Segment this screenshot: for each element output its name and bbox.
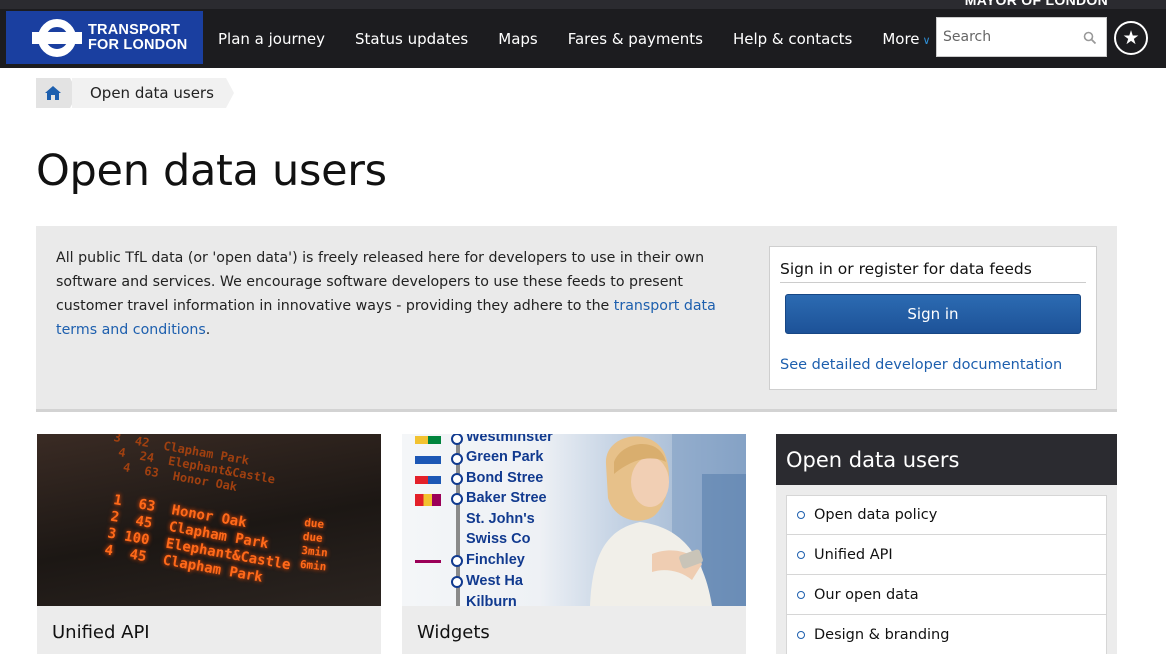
intro-text: All public TfL data (or 'open data') is … bbox=[56, 246, 746, 342]
station-dot bbox=[451, 493, 463, 505]
tube-map-photo: Westminster Green Park Bond Stree Baker … bbox=[402, 434, 746, 606]
chevron-down-icon: ∨ bbox=[922, 33, 931, 47]
line-badge bbox=[415, 476, 441, 484]
breadcrumb: Open data users bbox=[36, 78, 234, 108]
intro-panel: All public TfL data (or 'open data') is … bbox=[36, 226, 1117, 412]
search-icon[interactable] bbox=[1083, 31, 1097, 45]
home-icon bbox=[45, 86, 61, 100]
intro-text-body: All public TfL data (or 'open data') is … bbox=[56, 250, 705, 314]
page-title: Open data users bbox=[36, 146, 387, 196]
logo-line-1: TRANSPORT bbox=[88, 21, 181, 38]
woman-with-phone-photo bbox=[590, 434, 746, 606]
nav-more[interactable]: More ∨ bbox=[867, 30, 945, 48]
signin-heading: Sign in or register for data feeds bbox=[780, 260, 1086, 283]
intro-text-end: . bbox=[205, 322, 211, 338]
breadcrumb-current: Open data users bbox=[72, 78, 234, 108]
line-badge bbox=[415, 436, 441, 444]
board-row-1-num: 1 bbox=[112, 492, 124, 510]
station-label: St. John's bbox=[466, 511, 535, 527]
developer-documentation-link[interactable]: See detailed developer documentation bbox=[780, 357, 1062, 373]
unified-api-card[interactable]: 3 42 Clapham Park 4 24 Elephant&Castle 4… bbox=[37, 434, 381, 654]
logo-text: TRANSPORT FOR LONDON bbox=[88, 21, 188, 53]
board-row-2-status: due bbox=[302, 529, 324, 545]
favourites-star-icon[interactable]: ★ bbox=[1114, 21, 1148, 55]
station-dot bbox=[451, 473, 463, 485]
board-row-4-num: 4 bbox=[103, 542, 115, 560]
board-row-1-mins: 63 bbox=[137, 496, 157, 516]
search-input[interactable] bbox=[937, 18, 1077, 56]
station-label: Bond Stree bbox=[466, 470, 544, 486]
roundel-icon bbox=[32, 17, 82, 59]
station-label: Finchley bbox=[466, 552, 525, 568]
bullet-icon bbox=[797, 550, 805, 559]
station-dot bbox=[451, 434, 463, 445]
sidebar-item-unified-api[interactable]: Unified API bbox=[786, 535, 1107, 575]
sidebar-item-label: Open data policy bbox=[814, 507, 938, 523]
breadcrumb-home[interactable] bbox=[36, 78, 78, 108]
station-label: West Ha bbox=[466, 573, 523, 589]
station-dot bbox=[451, 576, 463, 588]
nav-fares-payments[interactable]: Fares & payments bbox=[553, 30, 718, 48]
station-label: Green Park bbox=[466, 449, 544, 465]
station-label: Westminster bbox=[466, 434, 553, 445]
nav-help-contacts[interactable]: Help & contacts bbox=[718, 30, 867, 48]
nav-status-updates[interactable]: Status updates bbox=[340, 30, 483, 48]
signin-box: Sign in or register for data feeds Sign … bbox=[769, 246, 1097, 390]
sign-in-button[interactable]: Sign in bbox=[785, 294, 1081, 334]
board-status-column: due due 3min 6min bbox=[299, 516, 331, 574]
unified-api-card-title[interactable]: Unified API bbox=[52, 622, 150, 643]
sidebar-item-design-branding[interactable]: Design & branding bbox=[786, 615, 1107, 654]
line-badge bbox=[415, 494, 441, 506]
search-box bbox=[936, 17, 1107, 57]
board-faded-rows: 3 42 Clapham Park 4 24 Elephant&Castle 4… bbox=[107, 434, 277, 494]
station-dot bbox=[451, 453, 463, 465]
board-row-3-num: 3 bbox=[106, 525, 118, 543]
line-badge bbox=[415, 560, 441, 563]
nav-maps[interactable]: Maps bbox=[483, 30, 552, 48]
main-nav: Plan a journey Status updates Maps Fares… bbox=[203, 11, 946, 66]
sidebar-item-label: Our open data bbox=[814, 586, 919, 603]
sidebar: Open data users Open data policy Unified… bbox=[776, 434, 1117, 654]
board-row-3-mins: 100 bbox=[122, 528, 151, 549]
board-row-2-mins: 45 bbox=[134, 513, 154, 532]
line-badge bbox=[415, 456, 441, 464]
board-rows: 1 63 Honor Oak 2 45 Clapham Park 3 100 E… bbox=[103, 492, 297, 591]
sidebar-item-open-data-policy[interactable]: Open data policy bbox=[786, 495, 1107, 535]
station-label: Kilburn bbox=[466, 594, 517, 606]
logo-line-2: FOR LONDON bbox=[88, 36, 188, 53]
nav-more-label: More bbox=[882, 29, 920, 48]
widgets-card-title[interactable]: Widgets bbox=[417, 622, 490, 643]
station-dot bbox=[451, 555, 463, 567]
tube-map-image: Westminster Green Park Bond Stree Baker … bbox=[402, 434, 746, 606]
top-navigation-bar: MAYOR OF LONDON TRANSPORT FOR LONDON Pla… bbox=[0, 0, 1166, 68]
bullet-icon bbox=[797, 630, 805, 639]
departure-board-image: 3 42 Clapham Park 4 24 Elephant&Castle 4… bbox=[37, 434, 381, 606]
sidebar-item-label: Unified API bbox=[814, 546, 893, 563]
station-label: Baker Stree bbox=[466, 490, 547, 506]
bullet-icon bbox=[797, 511, 805, 519]
board-row-4-status: 6min bbox=[299, 557, 327, 574]
board-row-3-status: 3min bbox=[300, 543, 329, 560]
station-label: Swiss Co bbox=[466, 531, 531, 547]
board-row-1-status: due bbox=[303, 516, 325, 532]
board-row-2-num: 2 bbox=[109, 508, 121, 526]
mayor-of-london-text: MAYOR OF LONDON bbox=[964, 0, 1108, 8]
sidebar-list: Open data policy Unified API Our open da… bbox=[786, 495, 1107, 654]
bullet-icon bbox=[797, 590, 805, 599]
sidebar-item-our-open-data[interactable]: Our open data bbox=[786, 575, 1107, 615]
sidebar-heading: Open data users bbox=[776, 434, 1117, 485]
widgets-card[interactable]: Westminster Green Park Bond Stree Baker … bbox=[402, 434, 746, 654]
nav-plan-a-journey[interactable]: Plan a journey bbox=[203, 30, 340, 48]
tfl-logo[interactable]: TRANSPORT FOR LONDON bbox=[6, 11, 203, 64]
sidebar-item-label: Design & branding bbox=[814, 626, 950, 643]
board-row-4-mins: 45 bbox=[128, 546, 148, 566]
